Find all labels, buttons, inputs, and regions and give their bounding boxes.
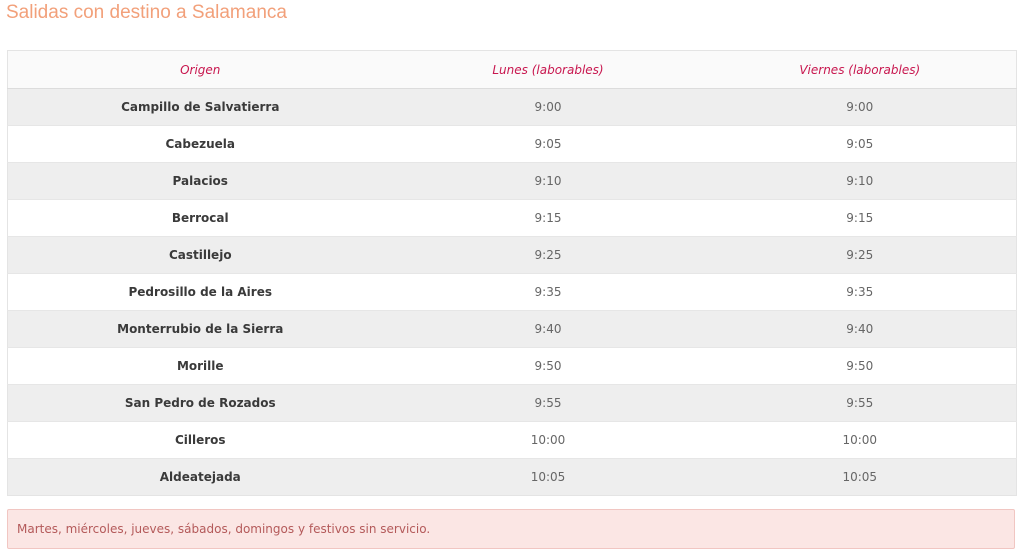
- monday-time-cell: 9:15: [392, 199, 704, 237]
- table-row: Aldeatejada 10:05 10:05: [7, 458, 1017, 496]
- origin-cell: Cabezuela: [7, 125, 393, 163]
- table-row: Campillo de Salvatierra 9:00 9:00: [7, 88, 1017, 126]
- table-row: Cilleros 10:00 10:00: [7, 421, 1017, 459]
- origin-cell: Pedrosillo de la Aires: [7, 273, 393, 311]
- origin-cell: Castillejo: [7, 236, 393, 274]
- friday-time-cell: 10:05: [703, 458, 1017, 496]
- no-service-notice: Martes, miércoles, jueves, sábados, domi…: [7, 509, 1015, 549]
- table-row: Castillejo 9:25 9:25: [7, 236, 1017, 274]
- friday-time-cell: 9:05: [703, 125, 1017, 163]
- page-title: Salidas con destino a Salamanca: [6, 2, 287, 23]
- column-header-origin: Origen: [7, 50, 393, 89]
- origin-cell: Berrocal: [7, 199, 393, 237]
- monday-time-cell: 9:05: [392, 125, 704, 163]
- origin-cell: Aldeatejada: [7, 458, 393, 496]
- table-header-row: Origen Lunes (laborables) Viernes (labor…: [7, 50, 1017, 89]
- friday-time-cell: 9:25: [703, 236, 1017, 274]
- friday-time-cell: 9:10: [703, 162, 1017, 200]
- monday-time-cell: 9:35: [392, 273, 704, 311]
- friday-time-cell: 9:00: [703, 88, 1017, 126]
- origin-cell: Morille: [7, 347, 393, 385]
- origin-cell: Palacios: [7, 162, 393, 200]
- schedule-table: Origen Lunes (laborables) Viernes (labor…: [7, 50, 1017, 496]
- monday-time-cell: 10:05: [392, 458, 704, 496]
- origin-cell: Cilleros: [7, 421, 393, 459]
- friday-time-cell: 9:15: [703, 199, 1017, 237]
- table-row: Palacios 9:10 9:10: [7, 162, 1017, 200]
- friday-time-cell: 9:50: [703, 347, 1017, 385]
- origin-cell: Campillo de Salvatierra: [7, 88, 393, 126]
- table-row: San Pedro de Rozados 9:55 9:55: [7, 384, 1017, 422]
- notice-text: Martes, miércoles, jueves, sábados, domi…: [17, 522, 431, 536]
- monday-time-cell: 9:10: [392, 162, 704, 200]
- monday-time-cell: 9:55: [392, 384, 704, 422]
- friday-time-cell: 9:35: [703, 273, 1017, 311]
- table-row: Morille 9:50 9:50: [7, 347, 1017, 385]
- column-header-friday: Viernes (laborables): [703, 50, 1017, 89]
- monday-time-cell: 9:50: [392, 347, 704, 385]
- monday-time-cell: 9:00: [392, 88, 704, 126]
- friday-time-cell: 9:55: [703, 384, 1017, 422]
- table-row: Pedrosillo de la Aires 9:35 9:35: [7, 273, 1017, 311]
- table-row: Berrocal 9:15 9:15: [7, 199, 1017, 237]
- friday-time-cell: 10:00: [703, 421, 1017, 459]
- friday-time-cell: 9:40: [703, 310, 1017, 348]
- origin-cell: San Pedro de Rozados: [7, 384, 393, 422]
- column-header-monday: Lunes (laborables): [392, 50, 704, 89]
- origin-cell: Monterrubio de la Sierra: [7, 310, 393, 348]
- table-row: Cabezuela 9:05 9:05: [7, 125, 1017, 163]
- monday-time-cell: 9:25: [392, 236, 704, 274]
- table-row: Monterrubio de la Sierra 9:40 9:40: [7, 310, 1017, 348]
- monday-time-cell: 9:40: [392, 310, 704, 348]
- monday-time-cell: 10:00: [392, 421, 704, 459]
